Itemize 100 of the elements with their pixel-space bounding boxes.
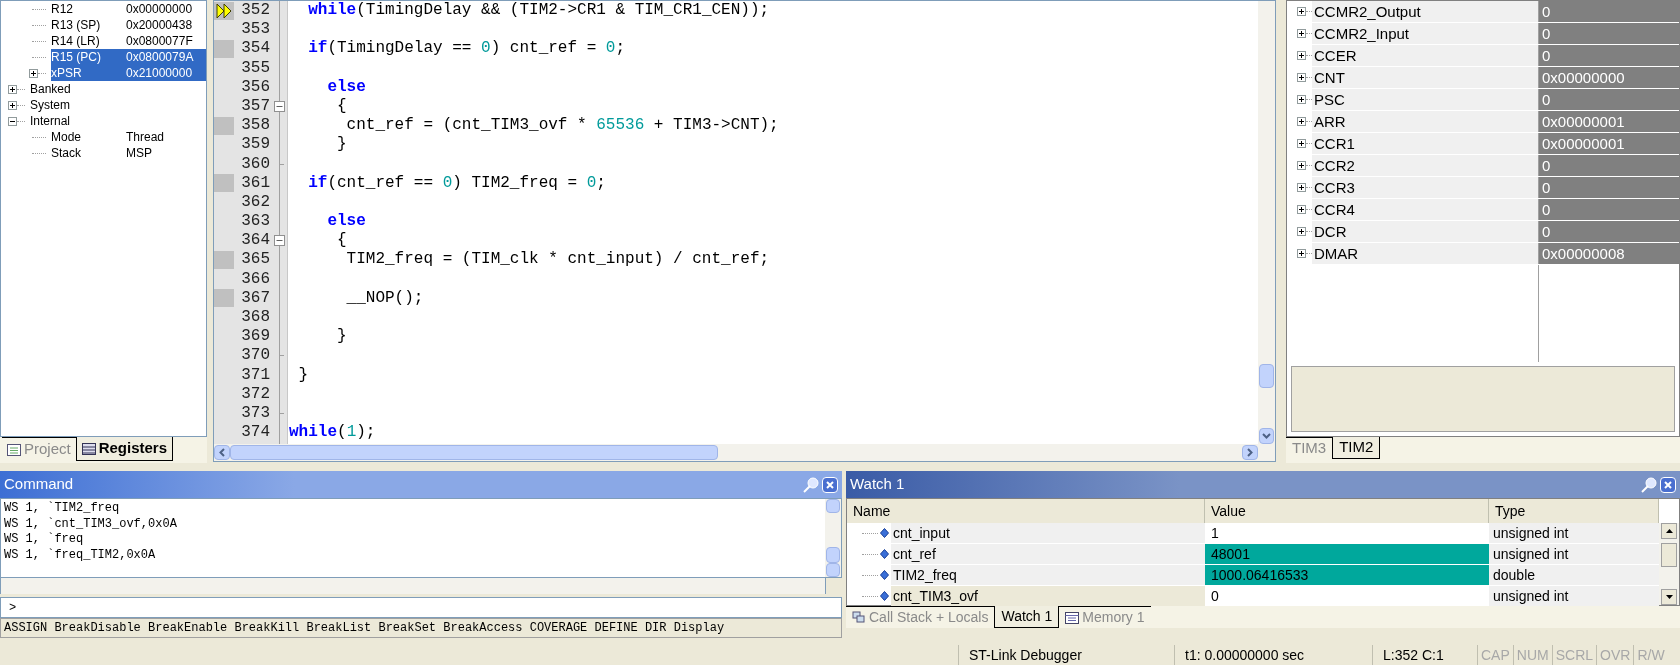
line-number: 353 (240, 20, 271, 40)
status-indicator: SCRL (1551, 645, 1597, 665)
window-title: Command (4, 474, 75, 495)
register-name: System (30, 97, 71, 114)
line-number: 363 (240, 212, 271, 232)
register-row[interactable]: xPSR 0x21000000 (51, 65, 206, 81)
memory-icon (1065, 611, 1080, 624)
register-row[interactable]: Banked (30, 81, 206, 97)
line-number: 368 (240, 308, 271, 328)
code-line: } (336, 327, 347, 347)
register-name: R14 (LR) (51, 33, 101, 50)
code-editor[interactable] (213, 0, 1276, 462)
register-row[interactable]: System (30, 97, 206, 113)
register-name: R15 (PC) (51, 49, 102, 66)
register-value: 0x00000000 (1538, 67, 1679, 88)
status-target: ST-Link Debugger (958, 645, 1174, 665)
expand-icon (1297, 227, 1306, 236)
register-name: Banked (30, 81, 72, 98)
close-button[interactable] (822, 476, 838, 493)
scroll-thumb[interactable] (826, 547, 840, 563)
line-number: 371 (240, 365, 271, 385)
register-name: R13 (SP) (51, 17, 102, 34)
command-input[interactable]: > (0, 597, 842, 618)
register-name: DMAR (1312, 243, 1538, 264)
line-number: 358 (240, 116, 271, 136)
tab[interactable]: TIM2 (1332, 437, 1381, 459)
register-row[interactable]: Internal (30, 113, 206, 129)
code-line: while(1); (288, 423, 376, 443)
line-number: 374 (240, 423, 271, 443)
scroll-down-button[interactable] (1661, 589, 1677, 605)
variable-type: unsigned int (1489, 523, 1659, 543)
chevron-right-icon (1247, 448, 1253, 457)
expand-icon (1297, 95, 1306, 104)
register-value: MSP (126, 145, 152, 162)
status-time: t1: 0.00000000 sec (1174, 645, 1372, 665)
scroll-thumb[interactable] (1661, 543, 1677, 567)
scroll-right-button[interactable] (1242, 445, 1258, 460)
chevron-left-icon (219, 448, 225, 457)
variable-name[interactable]: cnt_ref (891, 544, 1205, 564)
scroll-left-button[interactable] (214, 445, 230, 460)
scroll-thumb[interactable] (230, 445, 718, 460)
code-line: else (326, 212, 366, 232)
close-button[interactable] (1660, 476, 1676, 493)
variable-name[interactable]: TIM2_freq (891, 565, 1205, 585)
register-row[interactable]: Mode Thread (51, 129, 206, 145)
command-output-line: WS 1, `freq_TIM2,0x0A (4, 547, 157, 563)
line-number: 373 (240, 403, 271, 424)
code-line: cnt_ref = (cnt_TIM3_ovf * 65536 + TIM3->CNT); (345, 116, 779, 136)
command-hint: ASSIGN BreakDisable BreakEnable BreakKill BreakList BreakSet BreakAccess COVERAGE DEFINE DIR Display (0, 618, 842, 638)
register-row[interactable]: R13 (SP) 0x20000438 (51, 17, 206, 33)
register-value: 0x0800077F (126, 33, 193, 50)
line-number: 367 (240, 288, 271, 308)
line-number: 355 (240, 58, 271, 78)
line-number: 365 (240, 250, 271, 270)
expand-icon (1297, 29, 1306, 38)
scroll-thumb[interactable] (1259, 364, 1274, 388)
register-name: CCR3 (1312, 177, 1538, 198)
expand-icon (1297, 73, 1306, 82)
variable-name[interactable]: cnt_input (891, 523, 1205, 543)
vertical-scrollbar[interactable] (1659, 523, 1679, 605)
tab[interactable]: Watch 1 (994, 606, 1060, 628)
expand-icon (1297, 117, 1306, 126)
window-title: Watch 1 (850, 474, 906, 495)
horizontal-scrollbar[interactable] (214, 444, 1275, 461)
register-name: Internal (30, 113, 72, 130)
code-line: if(cnt_ref == 0) TIM2_freq = 0; (307, 173, 606, 193)
variable-type: unsigned int (1489, 586, 1659, 606)
expand-icon (1297, 139, 1306, 148)
register-row[interactable]: R15 (PC) 0x0800079A (51, 49, 206, 65)
register-value: 0x00000000 (126, 1, 193, 18)
status-indicator: OVR (1596, 645, 1634, 665)
register-name: CCR4 (1312, 199, 1538, 220)
triangle-up-icon (1665, 529, 1673, 533)
tab[interactable]: Registers (75, 437, 174, 461)
line-number: 361 (240, 173, 271, 193)
expand-icon (1297, 7, 1306, 16)
status-indicator: CAP (1477, 645, 1513, 665)
register-row[interactable]: R12 0x00000000 (51, 1, 206, 17)
stack-icon (852, 611, 866, 624)
status-position: L:352 C:1 (1372, 645, 1477, 665)
register-value: 0x0800079A (126, 49, 194, 66)
line-number: 372 (240, 384, 271, 404)
register-value: 0 (1538, 221, 1679, 242)
expand-icon (1297, 51, 1306, 60)
expand-icon (1297, 183, 1306, 192)
diamond-icon (880, 570, 889, 580)
register-row[interactable]: R14 (LR) 0x0800077F (51, 33, 206, 49)
horizontal-scrollbar[interactable] (0, 578, 826, 594)
register-name: CCR1 (1312, 133, 1538, 154)
register-value: 0 (1538, 155, 1679, 176)
register-value: 0 (1538, 89, 1679, 110)
command-output-line: WS 1, `TIM2_freq (4, 501, 121, 517)
line-number: 362 (240, 192, 271, 213)
register-row[interactable]: Stack MSP (51, 145, 206, 161)
scroll-up-button[interactable] (1661, 523, 1677, 539)
variable-name[interactable]: cnt_TIM3_ovf (891, 586, 1205, 606)
register-value: 0 (1538, 45, 1679, 66)
variable-type: unsigned int (1489, 544, 1659, 564)
vertical-scrollbar[interactable] (1258, 1, 1275, 444)
vertical-scrollbar[interactable] (825, 499, 841, 577)
